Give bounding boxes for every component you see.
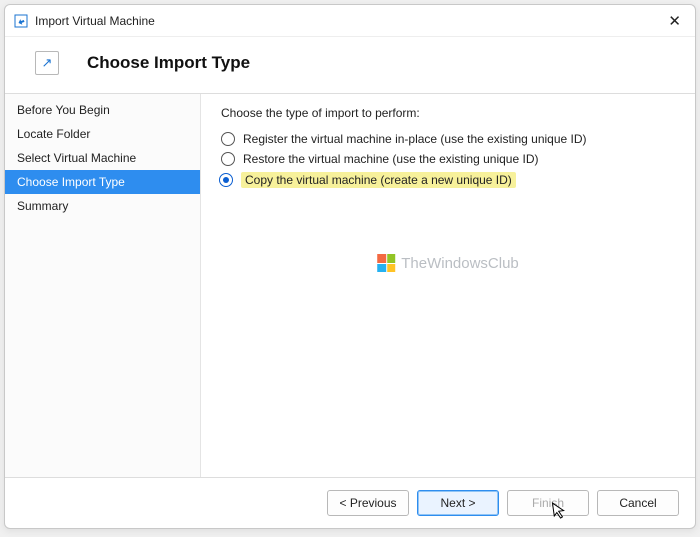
previous-button[interactable]: < Previous [327, 490, 409, 516]
step-summary[interactable]: Summary [5, 194, 200, 218]
step-before-you-begin[interactable]: Before You Begin [5, 98, 200, 122]
window-title: Import Virtual Machine [35, 14, 155, 28]
watermark: TheWindowsClub [377, 254, 519, 272]
option-register-in-place[interactable]: Register the virtual machine in-place (u… [221, 130, 671, 148]
option-label: Restore the virtual machine (use the exi… [243, 152, 538, 166]
radio-icon [221, 132, 235, 146]
wizard-footer: < Previous Next > Finish Cancel [5, 477, 695, 528]
content-pane: Choose the type of import to perform: Re… [201, 94, 695, 477]
instruction-text: Choose the type of import to perform: [221, 106, 671, 120]
step-locate-folder[interactable]: Locate Folder [5, 122, 200, 146]
close-button[interactable]: ✕ [664, 12, 685, 30]
page-title: Choose Import Type [87, 53, 250, 73]
option-copy[interactable]: Copy the virtual machine (create a new u… [221, 170, 671, 190]
option-label: Copy the virtual machine (create a new u… [241, 172, 516, 188]
radio-checked-icon [219, 173, 233, 187]
next-button[interactable]: Next > [417, 490, 499, 516]
step-sidebar: Before You Begin Locate Folder Select Vi… [5, 94, 201, 477]
wizard-body: Before You Begin Locate Folder Select Vi… [5, 93, 695, 477]
cancel-button[interactable]: Cancel [597, 490, 679, 516]
wizard-header: ↗ Choose Import Type [5, 37, 695, 93]
wizard-window: Import Virtual Machine ✕ ↗ Choose Import… [4, 4, 696, 529]
option-label: Register the virtual machine in-place (u… [243, 132, 587, 146]
radio-icon [221, 152, 235, 166]
option-restore[interactable]: Restore the virtual machine (use the exi… [221, 150, 671, 168]
step-select-vm[interactable]: Select Virtual Machine [5, 146, 200, 170]
app-icon [13, 13, 29, 29]
import-icon: ↗ [35, 51, 59, 75]
finish-button: Finish [507, 490, 589, 516]
step-choose-import-type[interactable]: Choose Import Type [5, 170, 200, 194]
windows-logo-icon [377, 254, 395, 272]
titlebar: Import Virtual Machine ✕ [5, 5, 695, 37]
watermark-text: TheWindowsClub [401, 255, 519, 272]
